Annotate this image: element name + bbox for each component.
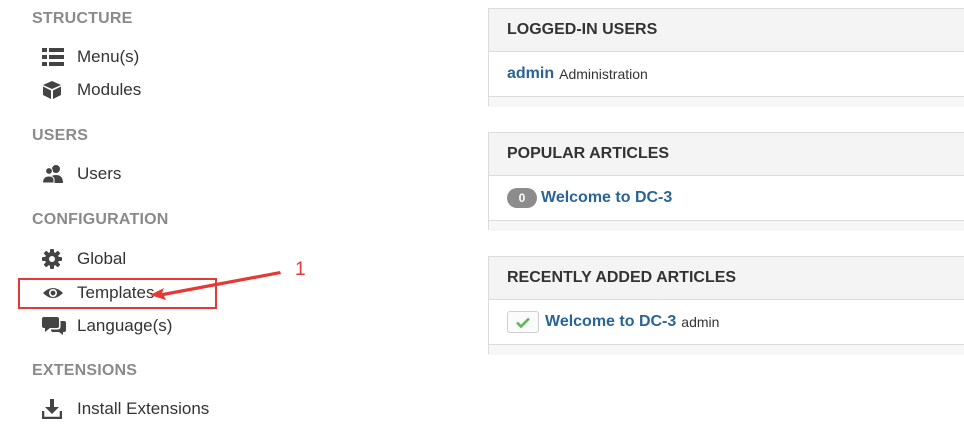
- article-link[interactable]: Welcome to DC-3: [541, 189, 672, 207]
- sidebar-item-global[interactable]: Global: [42, 246, 126, 272]
- user-role: Administration: [559, 66, 648, 82]
- check-icon: [516, 317, 530, 328]
- section-heading-configuration: CONFIGURATION: [32, 211, 169, 228]
- article-link[interactable]: Welcome to DC-3: [545, 313, 676, 331]
- sidebar-item-modules[interactable]: Modules: [42, 77, 141, 103]
- gear-icon: [42, 248, 66, 270]
- panel-title: LOGGED-IN USERS: [489, 9, 964, 52]
- users-icon: [42, 163, 66, 185]
- cube-icon: [42, 79, 66, 101]
- panel-footer: [489, 220, 964, 231]
- sidebar-item-label: Global: [77, 249, 127, 268]
- annotation-number: 1: [295, 259, 306, 280]
- sidebar-item-label: Users: [77, 164, 122, 183]
- annotation-arrow: [150, 271, 281, 300]
- panel-footer: [489, 344, 964, 355]
- list-icon: [42, 46, 66, 68]
- section-heading-users: USERS: [32, 127, 89, 144]
- sidebar-item-label: Language(s): [77, 316, 173, 335]
- published-toggle-button[interactable]: [507, 311, 539, 333]
- user-link-admin[interactable]: admin: [507, 65, 554, 83]
- recent-articles-panel: RECENTLY ADDED ARTICLES Welcome to DC-3 …: [488, 256, 964, 355]
- panel-footer: [489, 96, 964, 107]
- article-author: admin: [681, 314, 720, 330]
- sidebar-item-label: Menu(s): [77, 47, 140, 66]
- comments-icon: [42, 315, 66, 337]
- sidebar-item-label: Modules: [77, 80, 142, 99]
- panel-title: RECENTLY ADDED ARTICLES: [489, 257, 964, 300]
- sidebar-item-label: Install Extensions: [77, 399, 210, 418]
- hits-badge: 0: [507, 188, 537, 208]
- sidebar-item-menus[interactable]: Menu(s): [42, 44, 139, 70]
- sidebar-item-users[interactable]: Users: [42, 161, 121, 187]
- download-icon: [42, 398, 66, 420]
- popular-articles-panel: POPULAR ARTICLES 0 Welcome to DC-3: [488, 132, 964, 231]
- sidebar-item-install-extensions[interactable]: Install Extensions: [42, 396, 209, 422]
- panel-title: POPULAR ARTICLES: [489, 133, 964, 176]
- logged-in-users-panel: LOGGED-IN USERS admin Administration: [488, 8, 964, 107]
- sidebar-item-languages[interactable]: Language(s): [42, 313, 172, 339]
- section-heading-extensions: EXTENSIONS: [32, 362, 138, 379]
- section-heading-structure: STRUCTURE: [32, 10, 133, 27]
- sidebar: STRUCTURE Menu(s) Modules USERS Users CO…: [0, 0, 440, 448]
